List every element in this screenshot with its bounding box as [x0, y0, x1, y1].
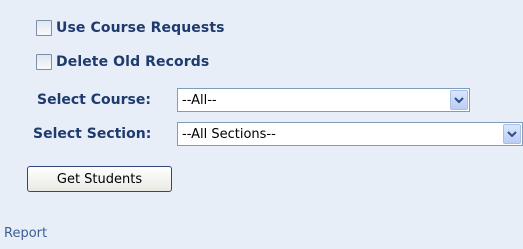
section-dropdown-button[interactable]: [503, 124, 521, 144]
section-select-value: --All Sections--: [182, 126, 276, 142]
use-course-requests-checkbox[interactable]: [36, 20, 52, 36]
use-course-requests-label: Use Course Requests: [56, 20, 225, 36]
chevron-down-icon: [507, 131, 517, 138]
course-select-value: --All--: [182, 92, 217, 108]
form-panel: Use Course Requests Delete Old Records S…: [0, 0, 523, 249]
report-link[interactable]: Report: [4, 226, 47, 241]
delete-old-records-checkbox[interactable]: [36, 54, 52, 70]
get-students-button[interactable]: Get Students: [27, 166, 172, 192]
select-section-label: Select Section:: [33, 126, 152, 142]
select-course-label: Select Course:: [37, 92, 151, 108]
section-select[interactable]: --All Sections--: [177, 122, 523, 146]
chevron-down-icon: [454, 97, 464, 104]
delete-old-records-label: Delete Old Records: [56, 54, 210, 70]
course-select[interactable]: --All--: [177, 88, 470, 112]
use-course-requests-option[interactable]: Use Course Requests: [36, 17, 225, 39]
course-dropdown-button[interactable]: [450, 90, 468, 110]
delete-old-records-option[interactable]: Delete Old Records: [36, 51, 209, 73]
